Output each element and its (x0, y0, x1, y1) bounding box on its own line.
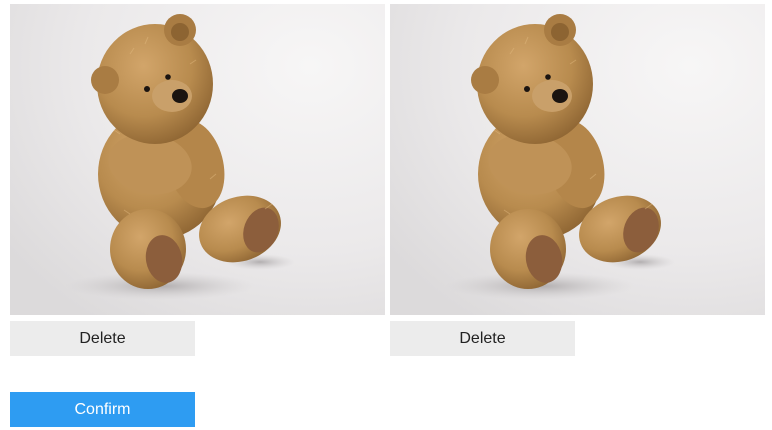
delete-button[interactable]: Delete (390, 321, 575, 356)
confirm-button[interactable]: Confirm (10, 392, 195, 427)
teddy-bear-photo (390, 4, 765, 315)
delete-button[interactable]: Delete (10, 321, 195, 356)
image-card: Delete (10, 4, 385, 356)
teddy-bear-photo (10, 4, 385, 315)
image-gallery: Delete Delete (10, 4, 765, 356)
image-card: Delete (390, 4, 765, 356)
